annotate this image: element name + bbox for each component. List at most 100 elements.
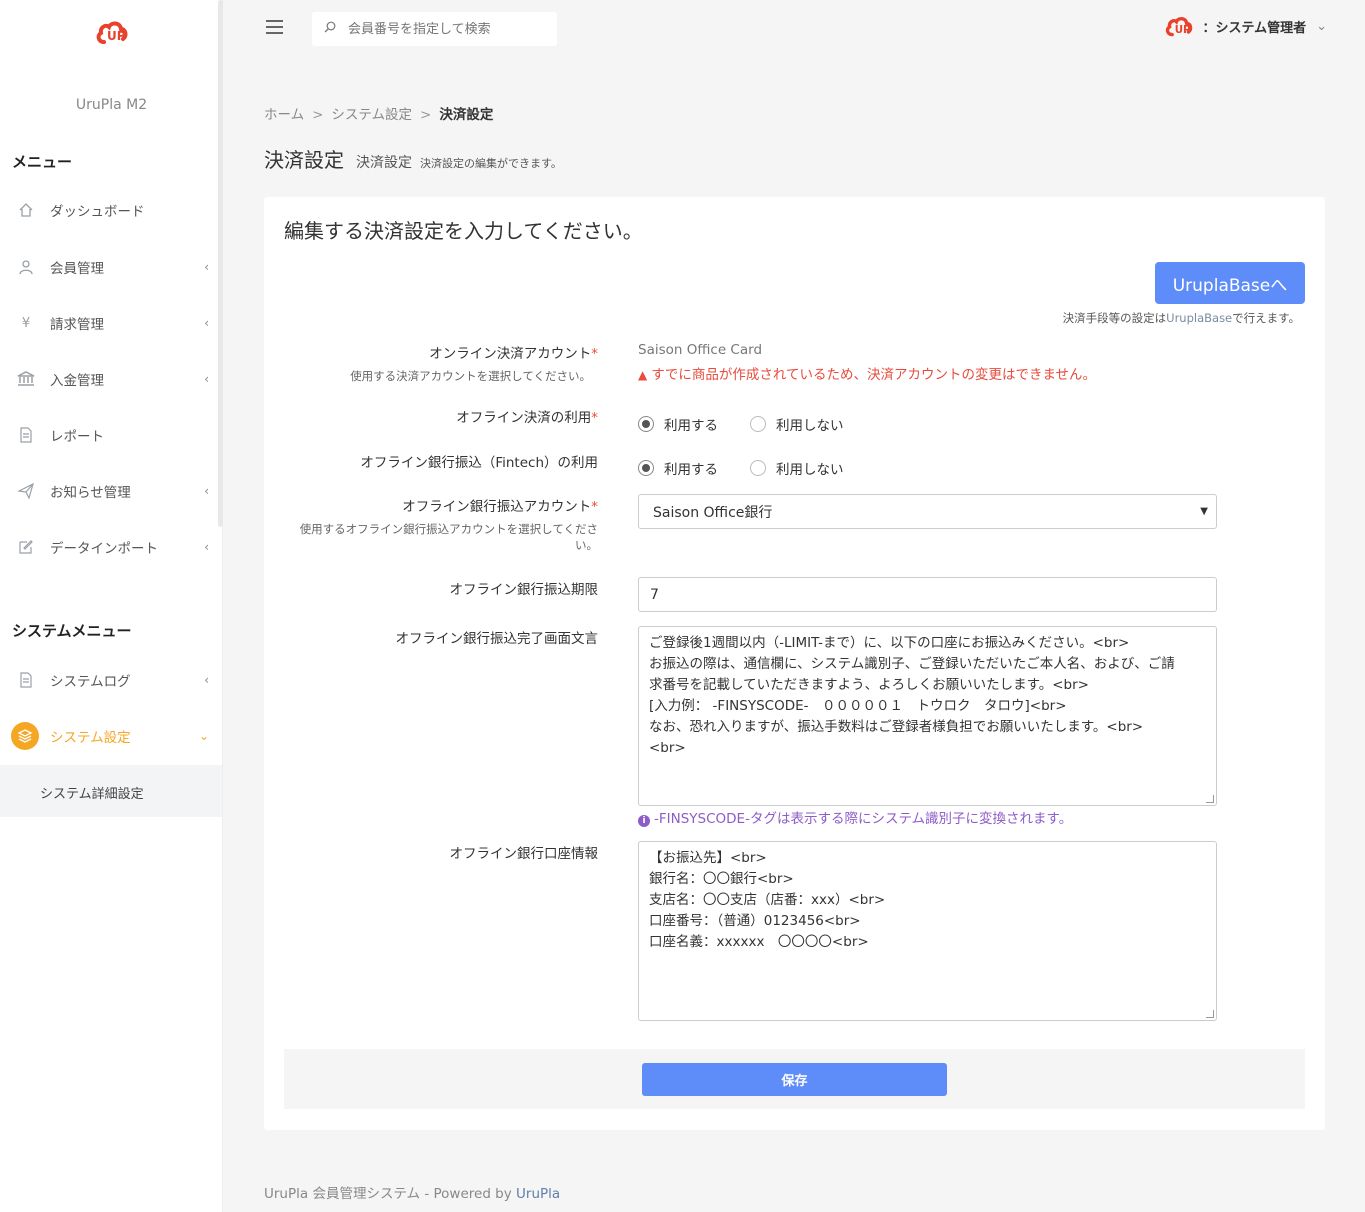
yen-icon: ¥ — [21, 315, 31, 331]
sidebar-item-label: システムログ — [50, 674, 131, 690]
sublabel-line: い。 — [575, 538, 598, 552]
card-heading: 編集する決済設定を入力してください。 — [284, 219, 643, 243]
radio-unchecked[interactable] — [750, 460, 766, 476]
sidebar-item-label: 入金管理 — [50, 373, 104, 389]
urupla-note-pre: 決済手段等の設定は — [1062, 311, 1167, 325]
sidebar-item-system-log[interactable]: システムログ ‹ — [0, 660, 223, 700]
search-input[interactable] — [348, 21, 538, 37]
hamburger-menu-icon[interactable] — [266, 20, 283, 34]
bank-icon — [16, 369, 36, 389]
sidebar-item-payments[interactable]: 入金管理 ‹ — [0, 359, 223, 399]
sidebar-item-notices[interactable]: お知らせ管理 ‹ — [0, 471, 223, 511]
offline-use-no[interactable]: 利用しない — [750, 414, 844, 434]
urupla-note-link[interactable]: UruplaBase — [1166, 311, 1232, 325]
info-icon: i — [638, 815, 650, 827]
chevron-left-icon: ‹ — [204, 540, 209, 554]
urupla-note: 決済手段等の設定はUruplaBaseで行えます。 — [1063, 310, 1300, 326]
radio-unchecked[interactable] — [750, 416, 766, 432]
resize-handle[interactable] — [1206, 1010, 1214, 1018]
radio-checked[interactable] — [638, 416, 654, 432]
radio-checked[interactable] — [638, 460, 654, 476]
form-footer: 保存 — [284, 1049, 1305, 1109]
fintech-use-no[interactable]: 利用しない — [750, 458, 844, 478]
radio-label: 利用しない — [776, 462, 844, 478]
footer-link[interactable]: UruPla — [516, 1186, 560, 1202]
document-icon — [16, 670, 36, 690]
search-box[interactable] — [312, 12, 557, 46]
sidebar-item-billing[interactable]: ¥ 請求管理 ‹ — [0, 303, 223, 343]
breadcrumb-separator: > — [420, 107, 432, 123]
sidebar-item-dashboard[interactable]: ダッシュボード — [0, 190, 223, 230]
complete-text-textarea[interactable]: ご登録後1週間以内（-LIMIT-まで）に、以下の口座にお振込みください。<br… — [638, 626, 1217, 806]
online-account-label: オンライン決済アカウント* — [429, 346, 598, 362]
sidebar-scrollbar[interactable] — [218, 0, 223, 527]
page-title-sub: 決済設定 — [356, 155, 412, 171]
settings-card: 編集する決済設定を入力してください。 UruplaBaseへ 決済手段等の設定は… — [264, 197, 1325, 1130]
chevron-left-icon: ‹ — [204, 372, 209, 386]
submenu: システム詳細設定 — [0, 765, 222, 817]
complete-text-label: オフライン銀行振込完了画面文言 — [395, 631, 599, 647]
chevron-left-icon: ‹ — [204, 484, 209, 498]
sidebar-item-label: データインポート — [50, 541, 158, 557]
chevron-left-icon: ‹ — [204, 316, 209, 330]
account-info-label: オフライン銀行口座情報 — [449, 846, 599, 862]
user-icon — [16, 257, 36, 277]
select-value: Saison Office銀行 — [653, 504, 773, 521]
sidebar-item-label: 請求管理 — [50, 317, 104, 333]
breadcrumb-current: 決済設定 — [439, 107, 494, 123]
urupla-note-post: で行えます。 — [1232, 311, 1300, 325]
deadline-input[interactable]: 7 — [638, 577, 1217, 612]
breadcrumb-home[interactable]: ホーム — [264, 107, 304, 123]
text-line: 求番号を記載していただきますよう、よろしくお願いいたします。<br> — [649, 677, 1089, 693]
chevron-down-icon: ⌄ — [198, 729, 209, 743]
document-icon — [16, 425, 36, 445]
text-line: なお、恐れ入りますが、振込手数料はご登録者様負担でお願いいたします。<br> — [649, 719, 1144, 735]
online-account-label-text: オンライン決済アカウント — [429, 346, 592, 362]
breadcrumb-system-settings[interactable]: システム設定 — [331, 107, 412, 123]
dropdown-arrow-icon: ▼ — [1200, 506, 1208, 517]
layers-icon — [11, 722, 39, 750]
chevron-left-icon: ‹ — [204, 260, 209, 274]
app-logo[interactable]: UP — [0, 18, 223, 50]
radio-label: 利用する — [664, 462, 718, 478]
sidebar-item-label: レポート — [50, 429, 104, 445]
sidebar-item-data-import[interactable]: データインポート ‹ — [0, 527, 223, 567]
urupla-base-button[interactable]: UruplaBaseへ — [1155, 262, 1305, 304]
sublabel-line: 使用するオフライン銀行振込アカウントを選択してくださ — [299, 522, 598, 536]
bank-account-sublabel: 使用するオフライン銀行振込アカウントを選択してください。 — [300, 521, 598, 553]
svg-text:UP: UP — [1175, 24, 1191, 36]
text-line: 支店名：〇〇支店（店番：xxx）<br> — [649, 892, 886, 908]
search-icon — [324, 21, 336, 37]
online-account-warning: ▲ すでに商品が作成されているため、決済アカウントの変更はできません。 — [638, 363, 1096, 383]
sidebar-item-system-settings[interactable]: システム設定 ⌄ — [0, 716, 223, 756]
menu-heading: メニュー — [12, 153, 73, 171]
page-title-desc: 決済設定の編集ができます。 — [420, 157, 562, 170]
deadline-label: オフライン銀行振込期限 — [449, 582, 599, 598]
note-text: -FINSYSCODE-タグは表示する際にシステム識別子に変換されます。 — [654, 811, 1073, 827]
user-menu[interactable]: UP ：システム管理者 ⌄ — [1164, 14, 1327, 38]
breadcrumb: ホーム > システム設定 > 決済設定 — [264, 103, 493, 123]
text-line: <br> — [649, 740, 686, 756]
fintech-use-label: オフライン銀行振込（Fintech）の利用 — [360, 455, 598, 471]
bank-account-select[interactable]: Saison Office銀行 ▼ — [638, 494, 1217, 529]
sidebar-item-label: お知らせ管理 — [50, 485, 131, 501]
sidebar-item-members[interactable]: 会員管理 ‹ — [0, 247, 223, 287]
system-menu-heading: システムメニュー — [12, 622, 132, 640]
text-line: 口座名義：xxxxxx 〇〇〇〇<br> — [649, 934, 869, 950]
brand-name: UruPla M2 — [75, 97, 148, 113]
bank-account-label: オフライン銀行振込アカウント* — [402, 499, 598, 515]
page-footer: UruPla 会員管理システム - Powered by UruPla — [264, 1182, 560, 1202]
offline-use-yes[interactable]: 利用する — [638, 414, 718, 434]
page-title-main: 決済設定 — [264, 148, 344, 172]
sidebar-subitem-system-detail[interactable]: システム詳細設定 — [40, 783, 144, 802]
fintech-use-yes[interactable]: 利用する — [638, 458, 718, 478]
account-info-textarea[interactable]: 【お振込先】<br> 銀行名：〇〇銀行<br> 支店名：〇〇支店（店番：xxx）… — [638, 841, 1217, 1021]
online-account-value: Saison Office Card — [638, 342, 763, 358]
offline-use-radios: 利用する 利用しない — [638, 414, 876, 434]
save-button[interactable]: 保存 — [642, 1063, 947, 1096]
sidebar-item-reports[interactable]: レポート — [0, 415, 223, 455]
page-title: 決済設定 決済設定 決済設定の編集ができます。 — [264, 144, 562, 173]
sidebar-item-label: ダッシュボード — [50, 204, 145, 220]
sidebar-item-label: システム設定 — [50, 730, 131, 746]
resize-handle[interactable] — [1206, 795, 1214, 803]
